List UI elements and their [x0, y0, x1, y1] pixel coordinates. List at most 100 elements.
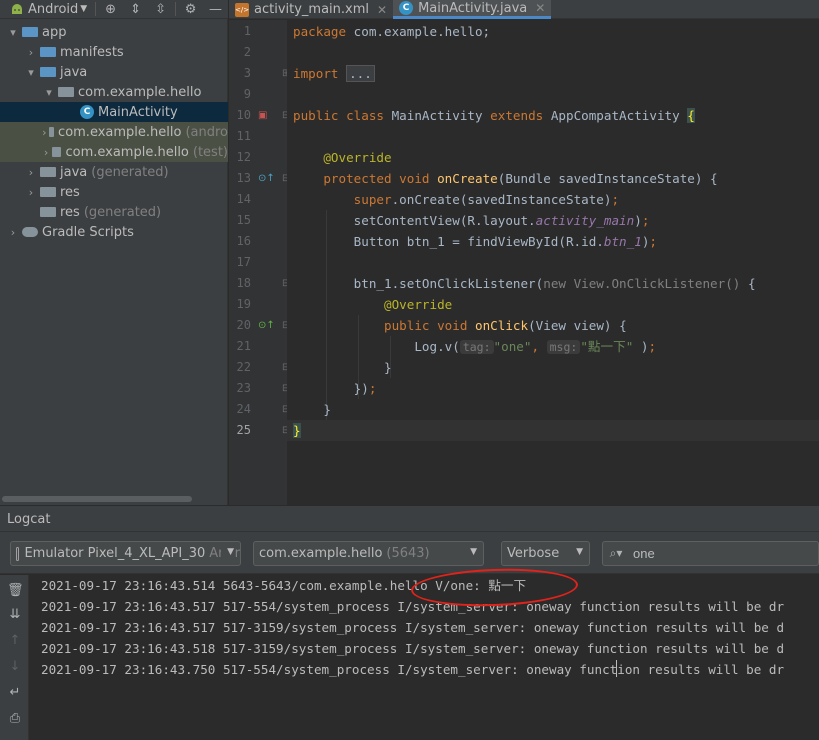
tree-item-label: java: [60, 164, 88, 180]
tree-item-gradle-scripts[interactable]: › Gradle Scripts: [0, 222, 228, 242]
tree-item-label: res: [60, 204, 80, 220]
gradle-icon: [22, 227, 38, 237]
arrow-down-icon[interactable]: ↓: [7, 659, 23, 675]
tree-item-res[interactable]: › res: [0, 182, 228, 202]
tree-item-label: com.example.hello: [65, 144, 189, 160]
gear-icon[interactable]: ⚙: [178, 0, 203, 19]
chevron-down-icon[interactable]: ▾: [24, 66, 38, 79]
collapse-all-icon[interactable]: ⇳: [148, 0, 173, 19]
code-editor[interactable]: package com.example.hello; import ... pu…: [287, 20, 819, 505]
line-number: 13: [236, 171, 251, 185]
chevron-right-icon[interactable]: ›: [42, 146, 50, 159]
toolbar-separator: [95, 2, 97, 16]
project-panel: Android ▼ ⊕ ⇕ ⇳ ⚙ — ▾ app › manifests ▾ …: [0, 0, 228, 505]
package-icon: [58, 87, 74, 97]
log-level-selector[interactable]: Verbose ▼: [501, 541, 590, 566]
close-icon[interactable]: ✕: [377, 3, 387, 17]
toolbar-separator: [175, 2, 177, 16]
line-number: 25: [236, 423, 251, 437]
chevron-down-icon: ▼: [221, 547, 234, 557]
chevron-right-icon[interactable]: ›: [6, 226, 20, 239]
tree-item-package-androidtest[interactable]: › com.example.hello (andro: [0, 122, 228, 142]
code-line-12: @Override: [323, 150, 392, 165]
tree-item-label: app: [42, 24, 67, 40]
chevron-down-icon[interactable]: ▾: [6, 26, 20, 39]
tree-item-java[interactable]: ▾ java: [0, 62, 228, 82]
tab-label: MainActivity.java: [418, 0, 528, 16]
text-caret: [616, 660, 617, 677]
code-line-3: import ...: [293, 63, 375, 84]
tree-item-res-generated[interactable]: res (generated): [0, 202, 228, 222]
activity-run-icon[interactable]: ▣: [258, 105, 267, 126]
tree-item-package-test[interactable]: › com.example.hello (test): [0, 142, 228, 162]
device-selector[interactable]: Emulator Pixel_4_XL_API_30 Andr ▼: [10, 541, 241, 566]
log-level-label: Verbose: [507, 546, 560, 561]
locate-icon[interactable]: ⊕: [98, 0, 123, 19]
tree-item-label: manifests: [60, 44, 124, 60]
soft-wrap-icon[interactable]: ↵: [7, 685, 23, 701]
chevron-down-icon[interactable]: ▾: [42, 86, 56, 99]
line-number: 14: [236, 192, 251, 206]
line-number: 24: [236, 402, 251, 416]
arrow-up-icon[interactable]: ↑: [7, 633, 23, 649]
project-view-label: Android: [28, 1, 79, 17]
minimize-icon[interactable]: —: [203, 0, 228, 19]
process-label: com.example.hello: [259, 546, 383, 561]
line-number: 18: [236, 276, 251, 290]
print-icon[interactable]: ⎙: [7, 711, 23, 727]
code-line-14: super.onCreate(savedInstanceState);: [353, 192, 620, 207]
tree-item-suffix: (andro: [185, 124, 228, 140]
trash-icon[interactable]: 🗑: [7, 583, 24, 599]
log-line: 2021-09-17 23:16:43.750 517-554/system_p…: [41, 662, 785, 677]
chevron-down-icon: ▼: [576, 547, 583, 557]
generated-source-folder-icon: [40, 167, 56, 177]
tree-item-package[interactable]: ▾ com.example.hello: [0, 82, 228, 102]
log-line: 2021-09-17 23:16:43.517 517-554/system_p…: [41, 599, 785, 614]
search-input[interactable]: [629, 546, 809, 561]
tree-item-label: res: [60, 184, 80, 200]
line-number: 15: [236, 213, 251, 227]
phone-icon: [16, 546, 20, 561]
resource-folder-icon: [40, 207, 56, 217]
line-number: 19: [236, 297, 251, 311]
tree-item-suffix: (test): [192, 144, 228, 160]
logcat-toolbar: Emulator Pixel_4_XL_API_30 Andr ▼ com.ex…: [0, 532, 819, 574]
tree-item-java-generated[interactable]: › java (generated): [0, 162, 228, 182]
parameter-hint: msg:: [546, 340, 581, 354]
project-toolbar: Android ▼ ⊕ ⇕ ⇳ ⚙ —: [0, 0, 228, 19]
module-folder-icon: [22, 27, 38, 37]
process-selector[interactable]: com.example.hello (5643) ▼: [253, 541, 484, 566]
tab-activity-main-xml[interactable]: </> activity_main.xml ✕: [229, 0, 393, 19]
tree-item-label: MainActivity: [98, 104, 178, 120]
chevron-right-icon[interactable]: ›: [42, 126, 47, 139]
logcat-search[interactable]: ⌕▾: [602, 541, 819, 566]
code-line-15: setContentView(R.layout.activity_main);: [353, 213, 650, 228]
close-icon[interactable]: ✕: [535, 1, 545, 15]
tree-item-suffix: (generated): [91, 164, 169, 180]
editor-tabs: </> activity_main.xml ✕ C MainActivity.j…: [229, 0, 819, 19]
code-line-19: @Override: [384, 297, 453, 312]
override-marker-icon[interactable]: ⊙↑: [258, 168, 275, 189]
line-number: 1: [243, 24, 251, 38]
resource-folder-icon: [40, 187, 56, 197]
chevron-right-icon[interactable]: ›: [24, 186, 38, 199]
tree-item-app[interactable]: ▾ app: [0, 22, 228, 42]
expand-all-icon[interactable]: ⇕: [123, 0, 148, 19]
android-icon: [12, 4, 22, 14]
chevron-right-icon[interactable]: ›: [24, 166, 38, 179]
logcat-output[interactable]: 2021-09-17 23:16:43.514 5643-5643/com.ex…: [29, 575, 819, 740]
override-marker-icon[interactable]: ⊙↑: [258, 315, 275, 336]
parameter-hint: tag:: [459, 340, 494, 354]
horizontal-scrollbar[interactable]: [2, 496, 192, 502]
scroll-to-end-icon[interactable]: ⇊: [7, 607, 23, 623]
line-number: 21: [236, 339, 251, 353]
chevron-right-icon[interactable]: ›: [24, 46, 38, 59]
tree-item-mainactivity[interactable]: C MainActivity: [0, 102, 228, 122]
line-number: 22: [236, 360, 251, 374]
tree-item-label: com.example.hello: [58, 124, 182, 140]
folded-imports[interactable]: ...: [346, 65, 375, 82]
tree-item-manifests[interactable]: › manifests: [0, 42, 228, 62]
code-line-1: package com.example.hello;: [293, 24, 491, 39]
tab-mainactivity-java[interactable]: C MainActivity.java ✕: [393, 0, 552, 19]
project-view-selector[interactable]: Android ▼: [0, 0, 87, 19]
